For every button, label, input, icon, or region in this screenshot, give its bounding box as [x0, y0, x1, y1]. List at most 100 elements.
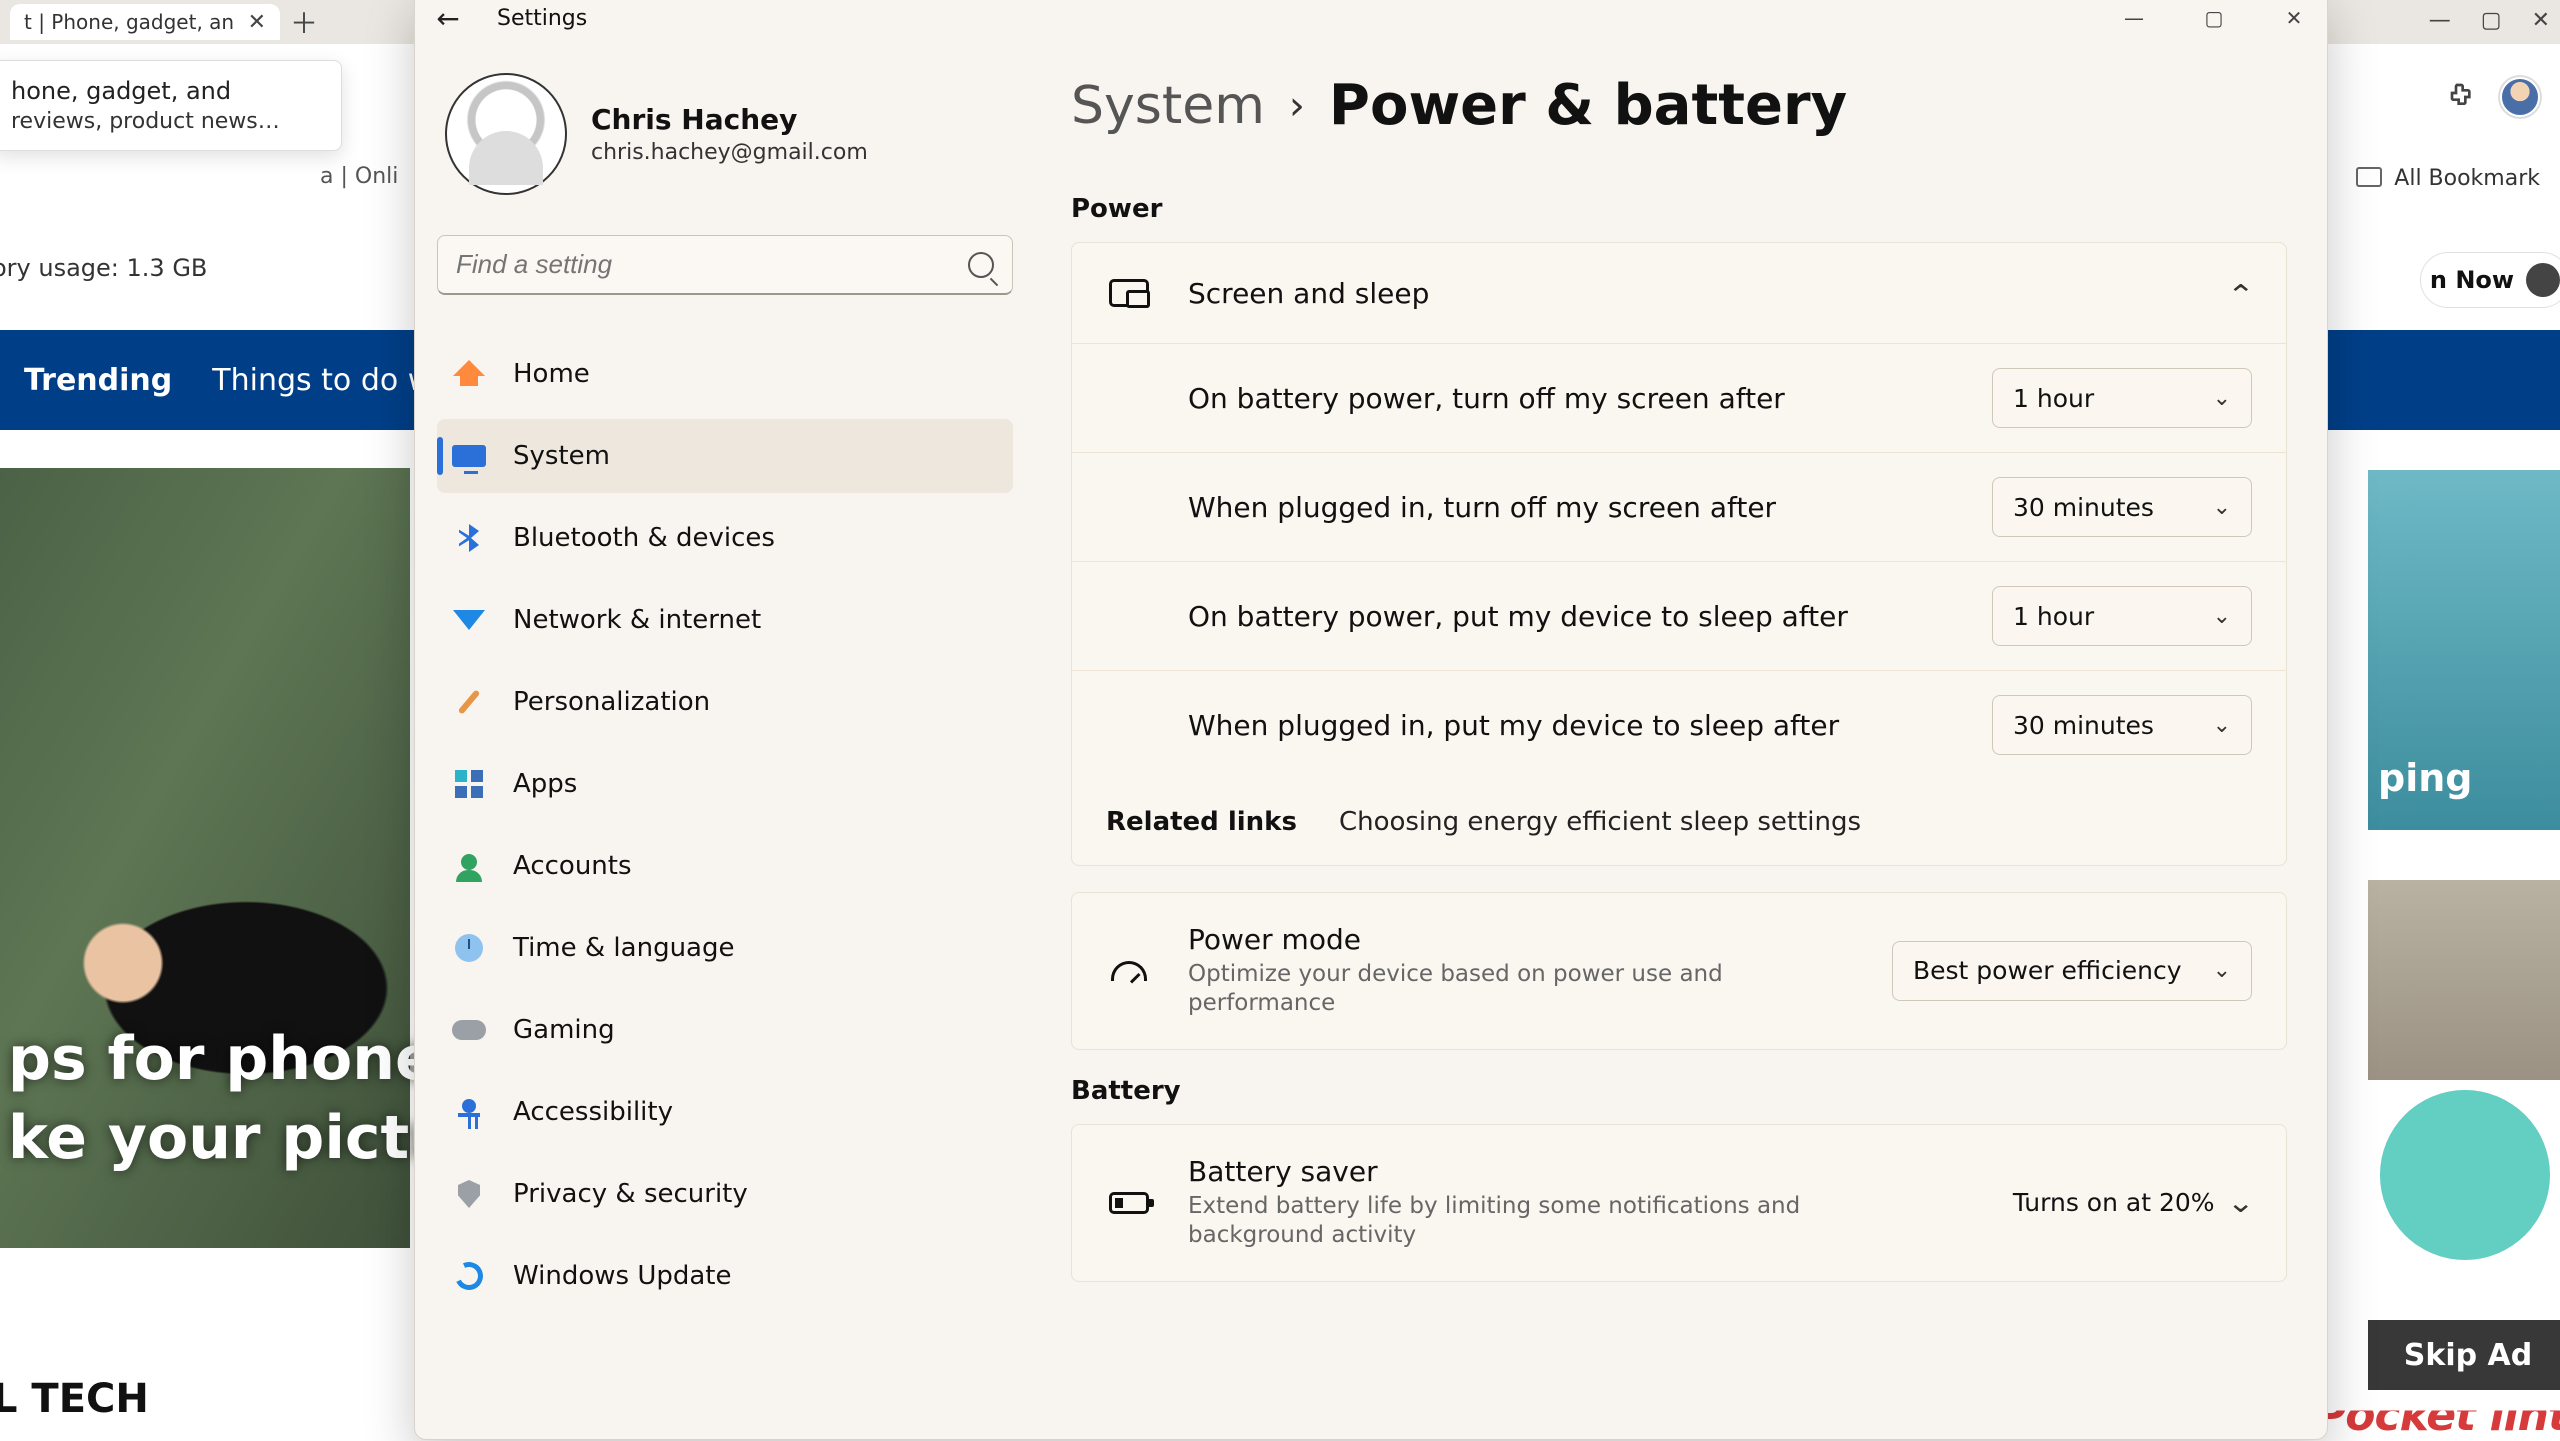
maximize-icon[interactable]: ▢ [2481, 8, 2502, 33]
sidebar-item-update[interactable]: Windows Update [437, 1239, 1013, 1313]
panel-screen-and-sleep: Screen and sleep ⌄ On battery power, tur… [1071, 242, 2287, 866]
article-thumb-top[interactable]: ping [2368, 470, 2560, 830]
breadcrumb: System › Power & battery [1071, 73, 2287, 138]
maximize-icon[interactable]: ▢ [2199, 6, 2229, 30]
tab-hover-tooltip: hone, gadget, and reviews, product news… [0, 60, 342, 151]
account-profile[interactable]: Chris Hachey chris.hachey@gmail.com [445, 73, 1013, 195]
search-icon [968, 252, 994, 278]
row-title: Power mode [1188, 923, 1892, 956]
sidebar: Chris Hachey chris.hachey@gmail.com Home… [415, 45, 1035, 1439]
all-bookmarks-link[interactable]: All Bookmark [2394, 166, 2540, 191]
row-screen-and-sleep-header[interactable]: Screen and sleep ⌄ [1072, 243, 2286, 343]
select-power-mode[interactable]: Best power efficiency ⌄ [1892, 941, 2252, 1001]
sidebar-item-network[interactable]: Network & internet [437, 583, 1013, 657]
sidebar-item-label: Personalization [513, 687, 710, 717]
chevron-down-icon: ⌄ [2213, 495, 2231, 520]
search-field[interactable] [456, 249, 968, 280]
panel-battery-saver: Battery saver Extend battery life by lim… [1071, 1124, 2287, 1282]
sidebar-item-label: Windows Update [513, 1261, 732, 1291]
minimize-icon[interactable]: — [2429, 8, 2451, 33]
row-title: Screen and sleep [1188, 277, 2229, 310]
skip-ad-button[interactable]: Skip Ad [2368, 1320, 2560, 1390]
row-plugged-sleep: When plugged in, put my device to sleep … [1072, 670, 2286, 779]
select-value: 30 minutes [2013, 711, 2154, 740]
row-label: On battery power, put my device to sleep… [1188, 600, 1992, 633]
sidebar-item-label: Accounts [513, 851, 632, 881]
chevron-down-icon: ⌄ [2213, 386, 2231, 411]
related-links: Related links Choosing energy efficient … [1072, 779, 2286, 865]
row-battery-saver[interactable]: Battery saver Extend battery life by lim… [1072, 1125, 2286, 1281]
sidebar-item-privacy[interactable]: Privacy & security [437, 1157, 1013, 1231]
skip-ad-label: Skip Ad [2404, 1338, 2532, 1373]
close-icon[interactable]: ✕ [248, 10, 266, 35]
row-battery-screen: On battery power, turn off my screen aft… [1072, 343, 2286, 452]
select-plugged-sleep[interactable]: 30 minutes ⌄ [1992, 695, 2252, 755]
clock-image [2380, 1090, 2550, 1260]
tooltip-url: a | Onli [320, 164, 398, 189]
row-desc: Optimize your device based on power use … [1188, 960, 1828, 1019]
row-label: When plugged in, put my device to sleep … [1188, 709, 1992, 742]
gamepad-icon [451, 1015, 487, 1045]
select-value: Best power efficiency [1913, 956, 2182, 985]
search-input[interactable] [437, 235, 1013, 295]
row-desc: Extend battery life by limiting some not… [1188, 1192, 1828, 1251]
sidebar-item-time[interactable]: Time & language [437, 911, 1013, 985]
titlebar: ← Settings — ▢ ✕ [415, 0, 2327, 45]
sidebar-item-accounts[interactable]: Accounts [437, 829, 1013, 903]
system-icon [451, 441, 487, 471]
select-value: 1 hour [2013, 384, 2094, 413]
person-icon [451, 851, 487, 881]
section-power-label: Power [1071, 194, 2287, 224]
browser-window-controls: — ▢ ✕ [2429, 8, 2550, 33]
section-heading-digital-tech: L TECH [0, 1376, 149, 1422]
row-label: When plugged in, turn off my screen afte… [1188, 491, 1992, 524]
person-icon [2526, 263, 2560, 297]
page-title: Power & battery [1329, 73, 1847, 138]
memory-usage: ory usage: 1.3 GB [0, 254, 207, 282]
select-value: 1 hour [2013, 602, 2094, 631]
chevron-down-icon: ⌄ [2213, 958, 2231, 983]
article-thumb-bottom[interactable] [2368, 880, 2560, 1080]
close-window-icon[interactable]: ✕ [2532, 8, 2550, 33]
settings-window: ← Settings — ▢ ✕ Chris Hachey chris.hach… [414, 0, 2328, 1440]
profile-avatar-icon[interactable] [2500, 77, 2540, 117]
select-battery-sleep[interactable]: 1 hour ⌄ [1992, 586, 2252, 646]
sidebar-item-apps[interactable]: Apps [437, 747, 1013, 821]
browser-tab[interactable]: t | Phone, gadget, an ✕ [10, 4, 280, 40]
extensions-icon[interactable] [2444, 81, 2476, 113]
row-battery-sleep: On battery power, put my device to sleep… [1072, 561, 2286, 670]
select-plugged-screen[interactable]: 30 minutes ⌄ [1992, 477, 2252, 537]
sidebar-item-home[interactable]: Home [437, 337, 1013, 411]
profile-name: Chris Hachey [591, 103, 868, 136]
accessibility-icon [451, 1097, 487, 1127]
back-icon[interactable]: ← [433, 3, 463, 33]
row-title: Battery saver [1188, 1155, 2013, 1188]
tooltip-line2: reviews, product news… [11, 109, 323, 134]
nav: Home System Bluetooth & devices Network … [437, 337, 1013, 1313]
gauge-icon [1106, 951, 1152, 991]
chevron-up-icon: ⌄ [2226, 277, 2254, 310]
brush-icon [451, 687, 487, 717]
tooltip-line1: hone, gadget, and [11, 77, 323, 105]
sidebar-item-personalization[interactable]: Personalization [437, 665, 1013, 739]
site-watermark: Pocket lint [2314, 1390, 2560, 1441]
minimize-icon[interactable]: — [2119, 6, 2149, 30]
battery-saver-status: Turns on at 20% [2013, 1188, 2215, 1217]
wifi-icon [451, 605, 487, 635]
sidebar-item-system[interactable]: System [437, 419, 1013, 493]
new-tab-button[interactable]: ＋ [286, 4, 322, 40]
select-battery-screen[interactable]: 1 hour ⌄ [1992, 368, 2252, 428]
sidebar-item-accessibility[interactable]: Accessibility [437, 1075, 1013, 1149]
related-link-sleep-settings[interactable]: Choosing energy efficient sleep settings [1339, 807, 1861, 837]
battery-icon [1106, 1183, 1152, 1223]
sign-in-pill[interactable]: n Now [2420, 252, 2560, 308]
nav-item-trending[interactable]: Trending [24, 363, 172, 398]
close-icon[interactable]: ✕ [2279, 6, 2309, 30]
avatar [445, 73, 567, 195]
section-battery-label: Battery [1071, 1076, 2287, 1106]
sidebar-item-bluetooth[interactable]: Bluetooth & devices [437, 501, 1013, 575]
row-plugged-screen: When plugged in, turn off my screen afte… [1072, 452, 2286, 561]
breadcrumb-parent[interactable]: System [1071, 76, 1265, 136]
sidebar-item-gaming[interactable]: Gaming [437, 993, 1013, 1067]
home-icon [451, 359, 487, 389]
